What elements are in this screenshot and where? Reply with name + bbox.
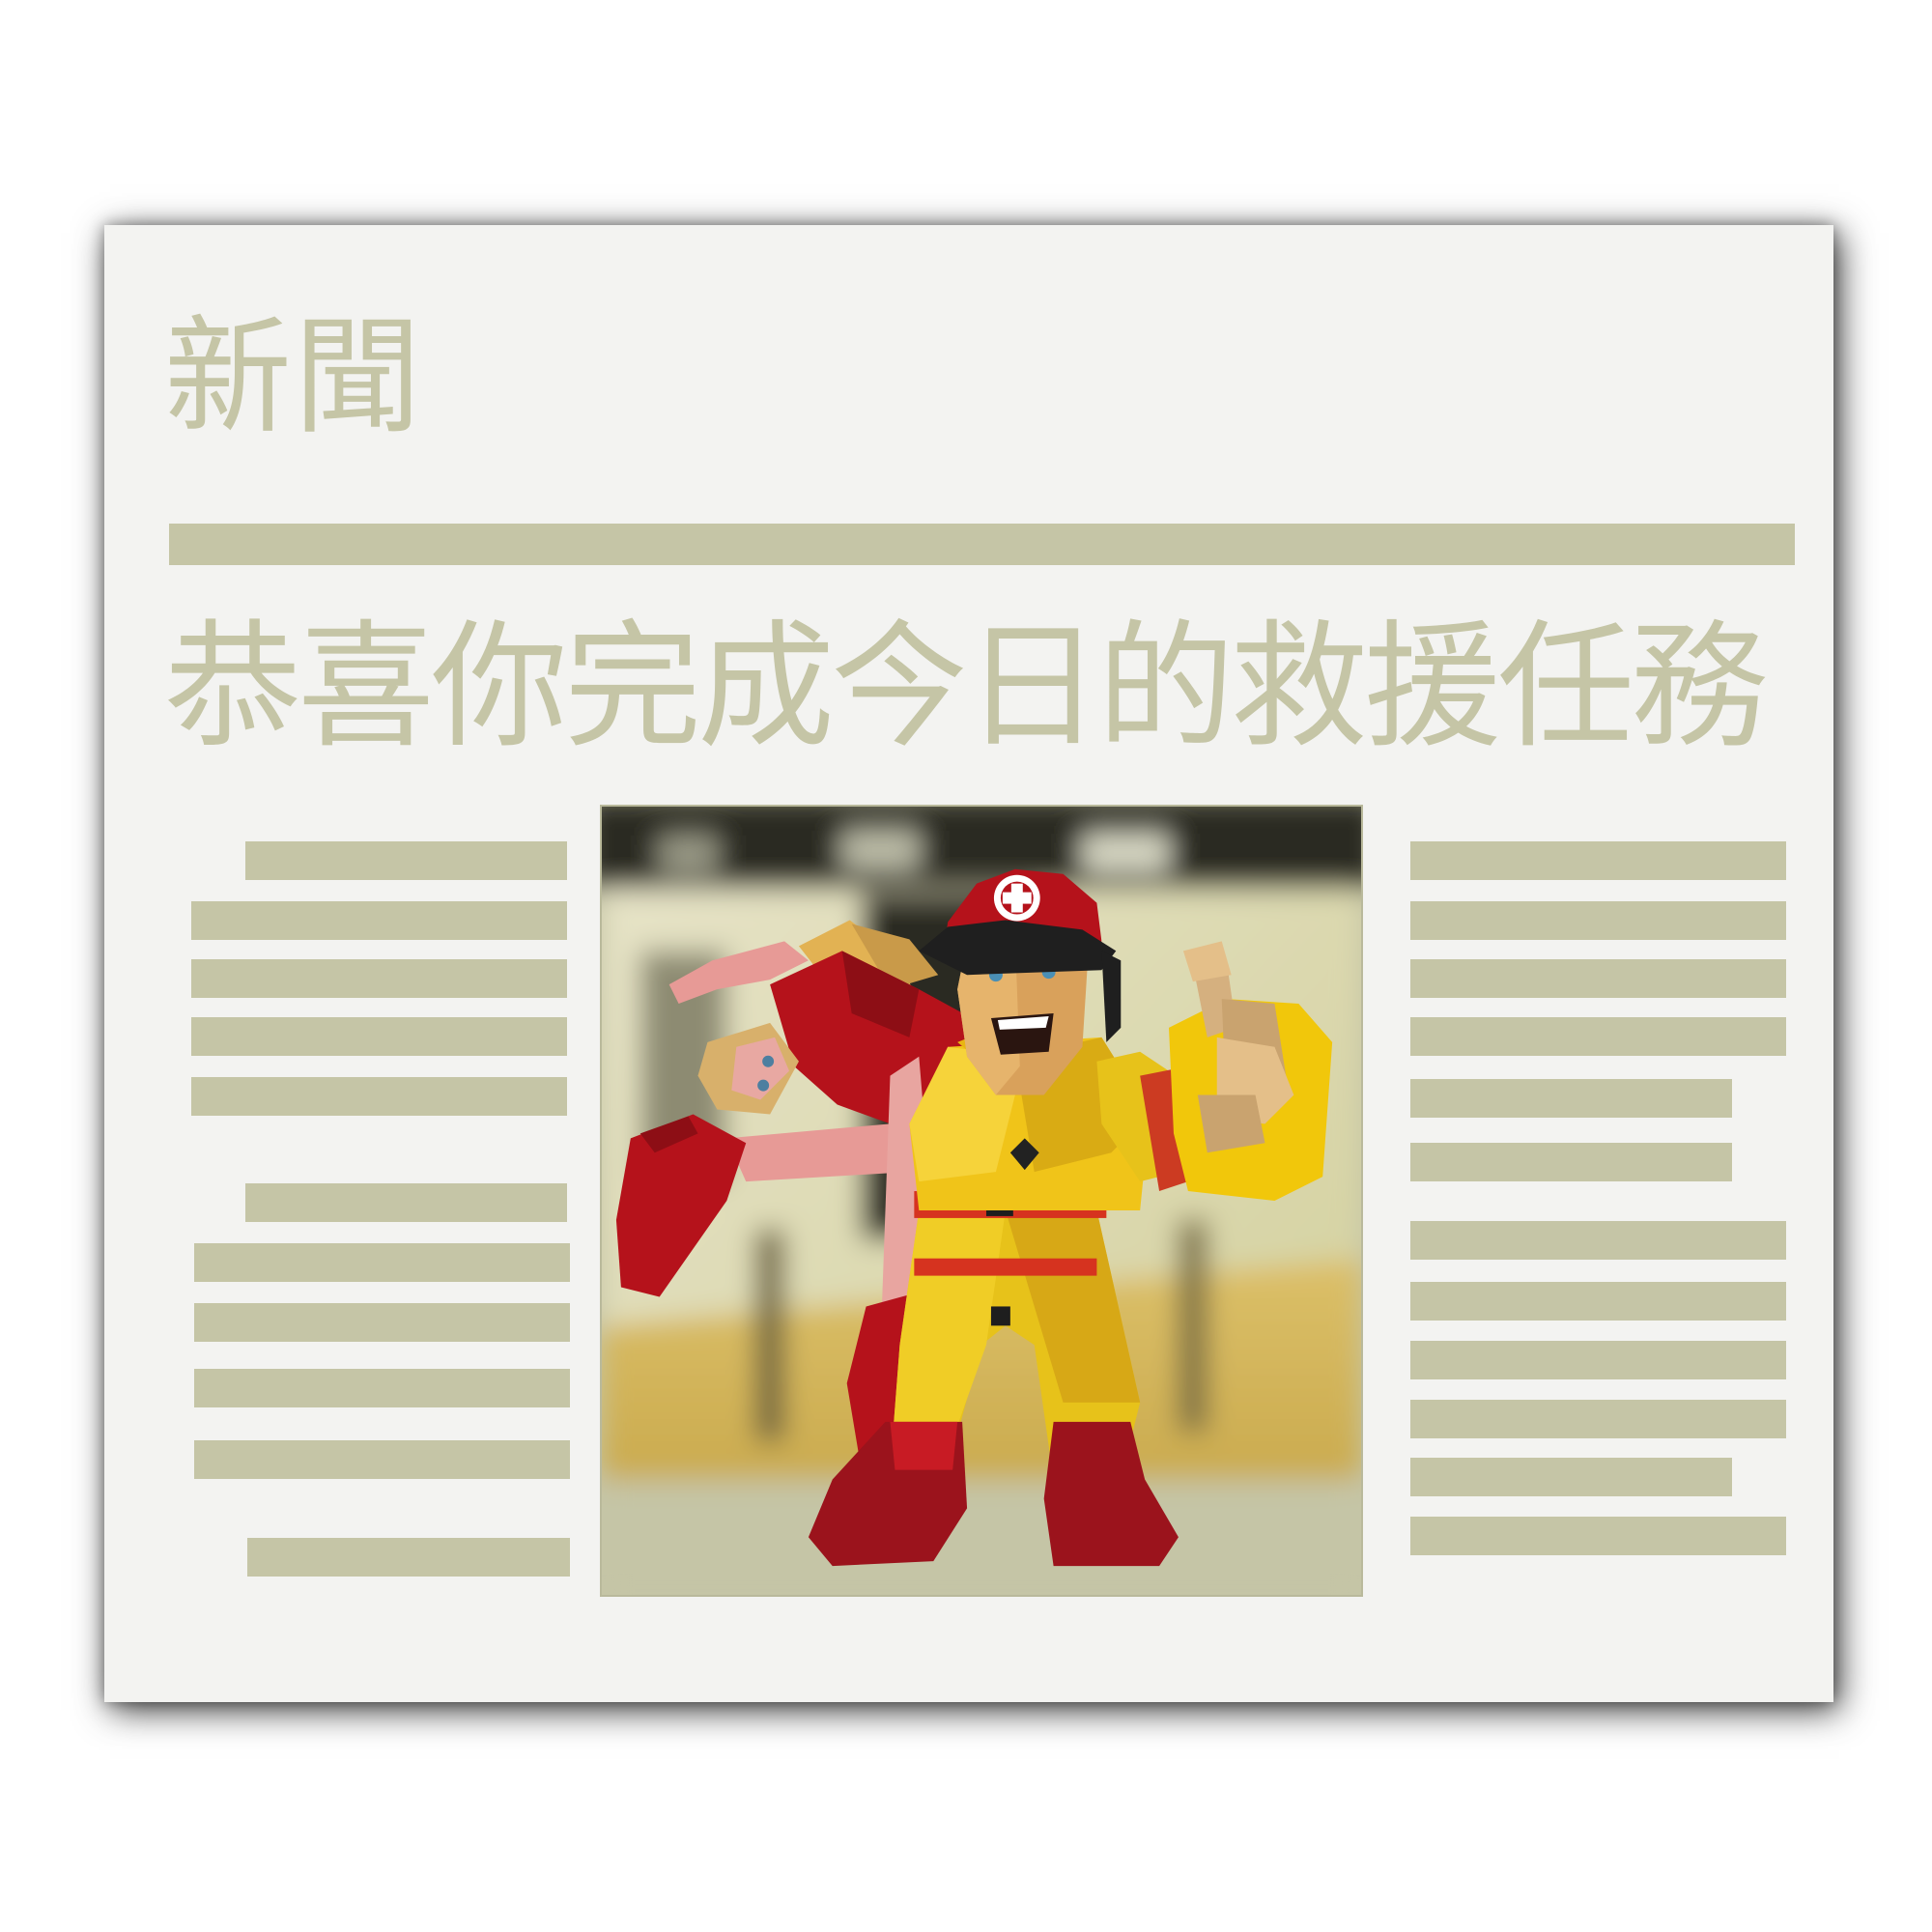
news-icon-canvas: 新聞 恭喜你完成今日的救援任務 <box>0 0 1932 1932</box>
right-column-line <box>1410 901 1786 940</box>
right-column-line <box>1410 1143 1732 1181</box>
right-column-line <box>1410 841 1786 880</box>
right-column-line <box>1410 1458 1732 1496</box>
left-column-line <box>191 901 567 940</box>
right-column-line <box>1410 1017 1786 1056</box>
left-column-line <box>194 1303 570 1342</box>
right-column-line <box>1410 1282 1786 1321</box>
right-column-line <box>1410 1517 1786 1555</box>
right-column-line <box>1410 1079 1732 1118</box>
right-column-line <box>1410 1341 1786 1379</box>
left-column-line <box>245 1183 567 1222</box>
left-column-line <box>245 841 567 880</box>
right-column-line <box>1410 1400 1786 1438</box>
right-column-line <box>1410 1221 1786 1260</box>
newspaper-masthead: 新聞 <box>164 303 423 452</box>
left-column-line <box>194 1243 570 1282</box>
left-column-line <box>191 1017 567 1056</box>
newspaper-page: 新聞 恭喜你完成今日的救援任務 <box>104 225 1833 1702</box>
left-column-line <box>191 959 567 998</box>
left-column-line <box>194 1369 570 1407</box>
left-column-line <box>191 1077 567 1116</box>
masthead-rule <box>169 524 1795 565</box>
left-column-line <box>194 1440 570 1479</box>
news-photo <box>600 805 1363 1597</box>
right-column-line <box>1410 959 1786 998</box>
newspaper-headline: 恭喜你完成今日的救援任務 <box>164 608 1768 767</box>
firefighter-rescue-illustration <box>602 807 1361 1595</box>
left-column-line <box>247 1538 570 1577</box>
